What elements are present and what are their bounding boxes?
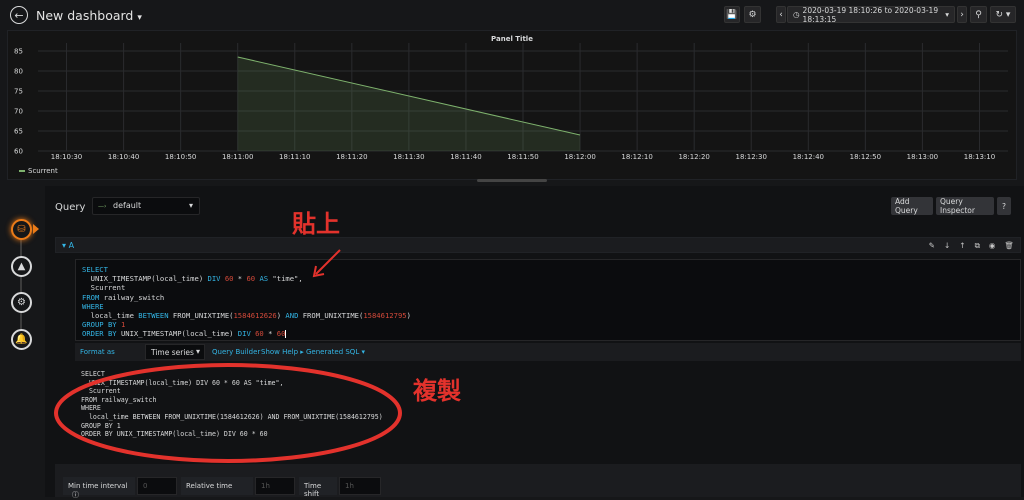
chevron-right-icon[interactable]: › bbox=[957, 6, 967, 23]
format-value: Time series bbox=[151, 348, 194, 357]
sql-line: SELECT bbox=[82, 265, 108, 274]
chevron-down-icon: ▾ bbox=[137, 13, 142, 23]
y-tick-label: 60 bbox=[14, 148, 23, 156]
chart-area-icon[interactable]: ▲ bbox=[11, 256, 32, 277]
sql-line: UNIX_TIMESTAMP(local_time) DIV 60 * 60 A… bbox=[82, 274, 303, 284]
sql-line: Scurrent bbox=[82, 283, 126, 293]
annotation-copy: 複製 bbox=[413, 377, 461, 405]
chevron-left-icon[interactable]: ‹ bbox=[776, 6, 786, 23]
query-options-row: Format as Time series Query Builder Show… bbox=[75, 343, 1021, 361]
panel-resize-handle[interactable] bbox=[477, 179, 547, 182]
legend-series-label[interactable]: Scurrent bbox=[28, 167, 58, 175]
query-builder-link[interactable]: Query Builder bbox=[212, 348, 260, 356]
y-tick-label: 85 bbox=[14, 48, 23, 56]
clock-icon: ◷ bbox=[793, 10, 800, 19]
query-options-bar: Min time interval ⓘ 0 Relative time 1h T… bbox=[55, 464, 1021, 499]
x-tick-label: 18:12:40 bbox=[793, 153, 824, 161]
sql-line: ORDER BY UNIX_TIMESTAMP(local_time) DIV … bbox=[82, 329, 287, 339]
relative-time-input[interactable]: 1h bbox=[255, 477, 295, 495]
x-tick-label: 18:12:20 bbox=[678, 153, 709, 161]
x-tick-label: 18:11:20 bbox=[336, 153, 367, 161]
x-tick-label: 18:10:40 bbox=[108, 153, 139, 161]
chevron-down-icon: ▾ bbox=[945, 10, 949, 19]
datasource-select[interactable]: —› default bbox=[92, 197, 200, 215]
dashboard-title[interactable]: New dashboard ▾ bbox=[36, 8, 142, 23]
query-inspector-button[interactable]: Query Inspector bbox=[936, 197, 994, 215]
min-time-interval-text: Min time interval bbox=[68, 482, 128, 490]
chart-svg: 85 80 75 70 65 60 18:10:30 18:10:40 18:10:50 18:1… bbox=[14, 43, 1008, 161]
generated-sql-text: SELECT UNIX_TIMESTAMP(local_time) DIV 60… bbox=[75, 363, 1021, 458]
datasource-value: default bbox=[113, 201, 142, 210]
min-time-interval-label: Min time interval ⓘ bbox=[63, 477, 135, 499]
format-select[interactable]: Time series bbox=[145, 344, 205, 360]
time-range-text: 2020-03-19 18:10:26 to 2020-03-19 18:13:… bbox=[802, 5, 939, 24]
legend[interactable]: Scurrent bbox=[19, 167, 58, 175]
eye-icon[interactable]: ◉ bbox=[989, 241, 996, 251]
format-as-label: Format as bbox=[80, 348, 115, 356]
refresh-icon[interactable]: ↻ ▾ bbox=[990, 6, 1016, 23]
x-tick-label: 18:10:30 bbox=[51, 153, 82, 161]
active-tab-arrow bbox=[33, 224, 39, 234]
x-tick-label: 18:12:50 bbox=[850, 153, 881, 161]
sql-line: local_time BETWEEN FROM_UNIXTIME(1584612… bbox=[82, 311, 411, 321]
dashboard-title-text: New dashboard bbox=[36, 8, 134, 23]
sql-line: GROUP BY 1 bbox=[82, 320, 126, 330]
x-tick-label: 18:11:40 bbox=[450, 153, 481, 161]
top-navbar: ← New dashboard ▾ 💾 ⚙ ‹ ◷ 2020-03-19 18:… bbox=[0, 0, 1024, 30]
annotation-paste: 貼上 bbox=[292, 210, 340, 238]
graph-panel[interactable]: Panel Title 85 80 75 70 65 60 18:10:30 18:10:40… bbox=[7, 30, 1017, 180]
query-label: Query bbox=[55, 202, 86, 213]
relative-time-label: Relative time bbox=[181, 477, 253, 495]
x-tick-label: 18:10:50 bbox=[165, 153, 196, 161]
datasource-icon: —› bbox=[98, 203, 107, 210]
x-tick-label: 18:11:50 bbox=[507, 153, 538, 161]
show-help-link[interactable]: Show Help ▸ bbox=[261, 348, 304, 356]
sql-editor[interactable]: SELECT UNIX_TIMESTAMP(local_time) DIV 60… bbox=[75, 259, 1021, 341]
y-tick-label: 75 bbox=[14, 88, 23, 96]
x-tick-label: 18:12:30 bbox=[736, 153, 767, 161]
arrow-down-icon[interactable]: ↓ bbox=[944, 241, 950, 251]
query-editor: Query —› default Add Query Query Inspect… bbox=[45, 186, 1024, 499]
gear-icon[interactable]: ⚙ bbox=[744, 6, 761, 23]
query-letter: A bbox=[68, 241, 75, 250]
time-shift-input[interactable]: 1h bbox=[339, 477, 381, 495]
generated-sql-link[interactable]: Generated SQL ▾ bbox=[306, 348, 365, 356]
x-tick-label: 18:12:00 bbox=[564, 153, 595, 161]
bell-icon[interactable]: 🔔 bbox=[11, 329, 32, 350]
x-tick-label: 18:11:30 bbox=[393, 153, 424, 161]
collapse-icon: ▾ bbox=[62, 241, 67, 250]
time-shift-label: Time shift bbox=[299, 477, 337, 498]
y-tick-label: 70 bbox=[14, 108, 23, 116]
x-tick-label: 18:13:10 bbox=[964, 153, 995, 161]
query-row-header[interactable]: ▾ A ✎ ↓ ↑ ⧉ ◉ 🗑 bbox=[55, 237, 1021, 253]
sql-line: FROM railway_switch bbox=[82, 292, 165, 302]
help-button[interactable]: ? bbox=[997, 197, 1011, 215]
settings-icon[interactable]: ⚙ bbox=[11, 292, 32, 313]
back-icon[interactable]: ← bbox=[10, 6, 28, 24]
x-tick-label: 18:11:10 bbox=[279, 153, 310, 161]
time-range-picker[interactable]: ◷ 2020-03-19 18:10:26 to 2020-03-19 18:1… bbox=[787, 5, 955, 24]
pencil-icon[interactable]: ✎ bbox=[929, 241, 935, 251]
legend-swatch bbox=[19, 170, 25, 172]
x-tick-label: 18:11:00 bbox=[222, 153, 253, 161]
min-time-interval-input[interactable]: 0 bbox=[137, 477, 177, 495]
x-tick-label: 18:13:00 bbox=[907, 153, 938, 161]
y-tick-label: 80 bbox=[14, 68, 23, 76]
sql-line: WHERE bbox=[82, 301, 104, 311]
rail-connector bbox=[20, 226, 22, 346]
info-icon[interactable]: ⓘ bbox=[72, 491, 79, 499]
y-tick-label: 65 bbox=[14, 128, 23, 136]
database-icon[interactable]: ⛁ bbox=[11, 219, 32, 240]
zoom-out-icon[interactable]: ⚲ bbox=[970, 6, 987, 23]
arrow-up-icon[interactable]: ↑ bbox=[959, 241, 965, 251]
x-tick-label: 18:12:10 bbox=[621, 153, 652, 161]
query-row-label[interactable]: ▾ A bbox=[62, 241, 74, 250]
copy-icon[interactable]: ⧉ bbox=[975, 241, 980, 251]
add-query-button[interactable]: Add Query bbox=[891, 197, 933, 215]
save-icon[interactable]: 💾 bbox=[724, 6, 740, 23]
trash-icon[interactable]: 🗑 bbox=[1004, 241, 1014, 251]
query-row-tools: ✎ ↓ ↑ ⧉ ◉ 🗑 bbox=[929, 241, 1014, 251]
